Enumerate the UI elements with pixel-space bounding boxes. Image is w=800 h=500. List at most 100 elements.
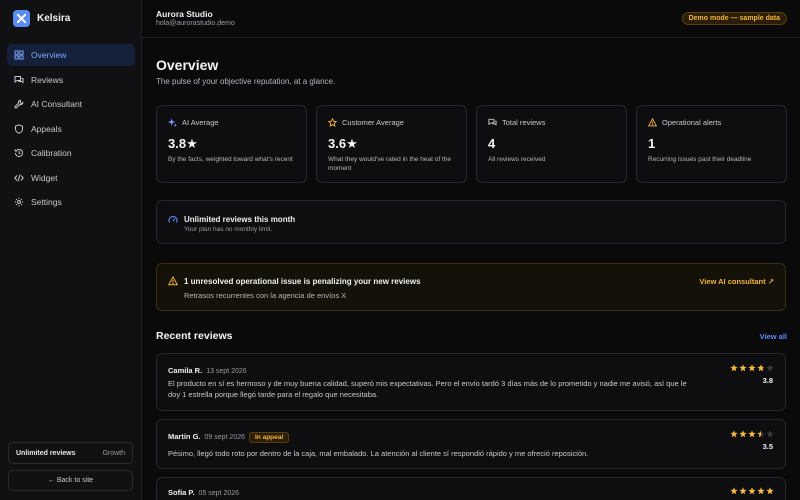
sparkle-icon xyxy=(168,118,177,127)
stat-desc: Recurring issues past their deadline xyxy=(648,156,752,163)
star-icon xyxy=(739,430,747,438)
grid-icon xyxy=(14,50,24,60)
stat-value: 3.8★ xyxy=(168,136,198,151)
star-icon xyxy=(766,487,774,495)
stat-card-customer-average: Customer Average 3.6★ What they would've… xyxy=(316,105,467,183)
star-icon xyxy=(739,487,747,495)
x-mark-icon xyxy=(13,10,30,27)
page-subtitle: The pulse of your objective reputation, … xyxy=(156,77,336,86)
stat-desc: What they would've rated in the heat of … xyxy=(328,156,452,172)
sidebar-item-ai-consultant[interactable]: AI Consultant xyxy=(7,93,135,115)
reviewer-name: Camila R. xyxy=(168,366,203,375)
review-header: Camila R. 13 sept 2026 xyxy=(168,366,247,375)
rating-value: 3.5 xyxy=(762,442,773,451)
star-rating xyxy=(730,487,774,495)
star-icon xyxy=(748,430,756,438)
sidebar: Kelsira Overview Reviews AI Consultant A… xyxy=(0,0,142,500)
star-icon xyxy=(757,364,765,372)
reviewer-name: Sofía P. xyxy=(168,488,195,497)
warning-icon xyxy=(168,276,178,286)
page-title: Overview xyxy=(156,57,219,73)
alert-title: 1 unresolved operational issue is penali… xyxy=(184,277,421,286)
star-outline-icon xyxy=(328,118,337,127)
gear-icon xyxy=(14,197,24,207)
stat-label: Customer Average xyxy=(342,118,404,127)
stat-card-operational-alerts: Operational alerts 1 Recurring issues pa… xyxy=(636,105,787,183)
stat-label: Total reviews xyxy=(502,118,546,127)
sidebar-item-label: Overview xyxy=(31,50,67,60)
star-icon xyxy=(748,364,756,372)
stat-label: AI Average xyxy=(182,118,219,127)
stat-label: Operational alerts xyxy=(662,118,722,127)
topbar: Aurora Studio hola@aurorastudio.demo Dem… xyxy=(142,0,800,38)
star-icon xyxy=(730,487,738,495)
star-icon xyxy=(730,430,738,438)
in-appeal-badge: In appeal xyxy=(249,432,290,443)
review-date: 05 sept 2026 xyxy=(198,490,240,497)
review-header: Martín G. 09 sept 2026 In appeal xyxy=(168,432,290,443)
sidebar-item-label: Settings xyxy=(31,197,62,207)
operational-alert-banner: 1 unresolved operational issue is penali… xyxy=(156,263,786,311)
sidebar-item-appeals[interactable]: Appeals xyxy=(7,118,135,140)
star-rating xyxy=(730,364,774,372)
review-date: 09 sept 2026 xyxy=(204,434,245,441)
chat-icon xyxy=(14,75,24,83)
review-card[interactable]: Martín G. 09 sept 2026 In appeal Pésimo, l… xyxy=(156,419,786,469)
alert-subtitle: Retrasos recurrentes con la agencia de e… xyxy=(184,291,347,300)
review-header: Sofía P. 05 sept 2026 xyxy=(168,488,239,497)
review-card[interactable]: Sofía P. 05 sept 2026 xyxy=(156,477,786,500)
plan-tier: Growth xyxy=(102,449,125,457)
star-icon xyxy=(748,487,756,495)
reviewer-name: Martín G. xyxy=(168,432,201,441)
stat-desc: By the facts, weighted toward what's rec… xyxy=(168,156,293,163)
main-content: Overview The pulse of your objective rep… xyxy=(142,39,800,500)
sidebar-item-label: Calibration xyxy=(31,148,72,158)
star-icon xyxy=(757,487,765,495)
unlimited-title: Unlimited reviews this month xyxy=(184,215,296,224)
sidebar-item-label: AI Consultant xyxy=(31,99,83,109)
sidebar-item-widget[interactable]: Widget xyxy=(7,167,135,189)
sidebar-item-overview[interactable]: Overview xyxy=(7,44,135,66)
review-text: El producto en sí es hermoso y de muy bu… xyxy=(168,379,687,399)
org-name: Aurora Studio xyxy=(156,9,213,19)
unlimited-reviews-card: Unlimited reviews this month Your plan h… xyxy=(156,200,786,244)
brand-name: Kelsira xyxy=(37,13,71,24)
review-card[interactable]: Camila R. 13 sept 2026 El producto en sí … xyxy=(156,353,786,411)
warning-icon xyxy=(648,118,657,127)
star-rating xyxy=(730,430,774,438)
code-icon xyxy=(14,173,24,182)
unlimited-subtitle: Your plan has no monthly limit. xyxy=(184,226,273,233)
view-ai-consultant-link[interactable]: View AI consultant ↗ xyxy=(699,277,774,286)
demo-mode-badge: Demo mode — sample data xyxy=(681,12,787,25)
stat-value: 4 xyxy=(488,136,496,151)
sidebar-item-label: Widget xyxy=(31,172,58,183)
sidebar-item-label: Reviews xyxy=(31,74,64,85)
gauge-icon xyxy=(168,216,178,223)
brand[interactable]: Kelsira xyxy=(13,10,70,27)
sidebar-nav: Overview Reviews AI Consultant Appeals C… xyxy=(7,44,135,216)
stat-value: 3.6★ xyxy=(328,136,358,151)
shield-icon xyxy=(15,123,23,134)
wrench-icon xyxy=(14,99,24,109)
plan-label: Unlimited reviews xyxy=(16,449,76,457)
org-email: hola@aurorastudio.demo xyxy=(156,20,235,27)
review-text: Pésimo, llegó todo roto por dentro de la… xyxy=(168,449,589,458)
sidebar-item-calibration[interactable]: Calibration xyxy=(7,142,135,164)
sidebar-item-settings[interactable]: Settings xyxy=(7,191,135,213)
sidebar-item-reviews[interactable]: Reviews xyxy=(7,69,135,91)
review-date: 13 sept 2026 xyxy=(206,368,247,375)
recent-reviews-title: Recent reviews xyxy=(156,330,233,342)
star-icon xyxy=(739,364,747,372)
stat-value: 1 xyxy=(648,136,656,151)
plan-box: Unlimited reviews Growth xyxy=(8,442,133,464)
stat-card-total-reviews: Total reviews 4 All reviews received xyxy=(476,105,627,183)
sidebar-item-label: Appeals xyxy=(31,123,62,134)
star-icon xyxy=(757,430,765,438)
star-icon xyxy=(766,364,774,372)
stat-desc: All reviews received xyxy=(488,156,546,163)
star-icon xyxy=(766,430,774,438)
star-icon xyxy=(730,364,738,372)
view-all-link[interactable]: View all xyxy=(760,332,787,341)
back-to-site-button[interactable]: ← Back to site xyxy=(8,470,133,491)
chat-icon xyxy=(488,118,497,126)
